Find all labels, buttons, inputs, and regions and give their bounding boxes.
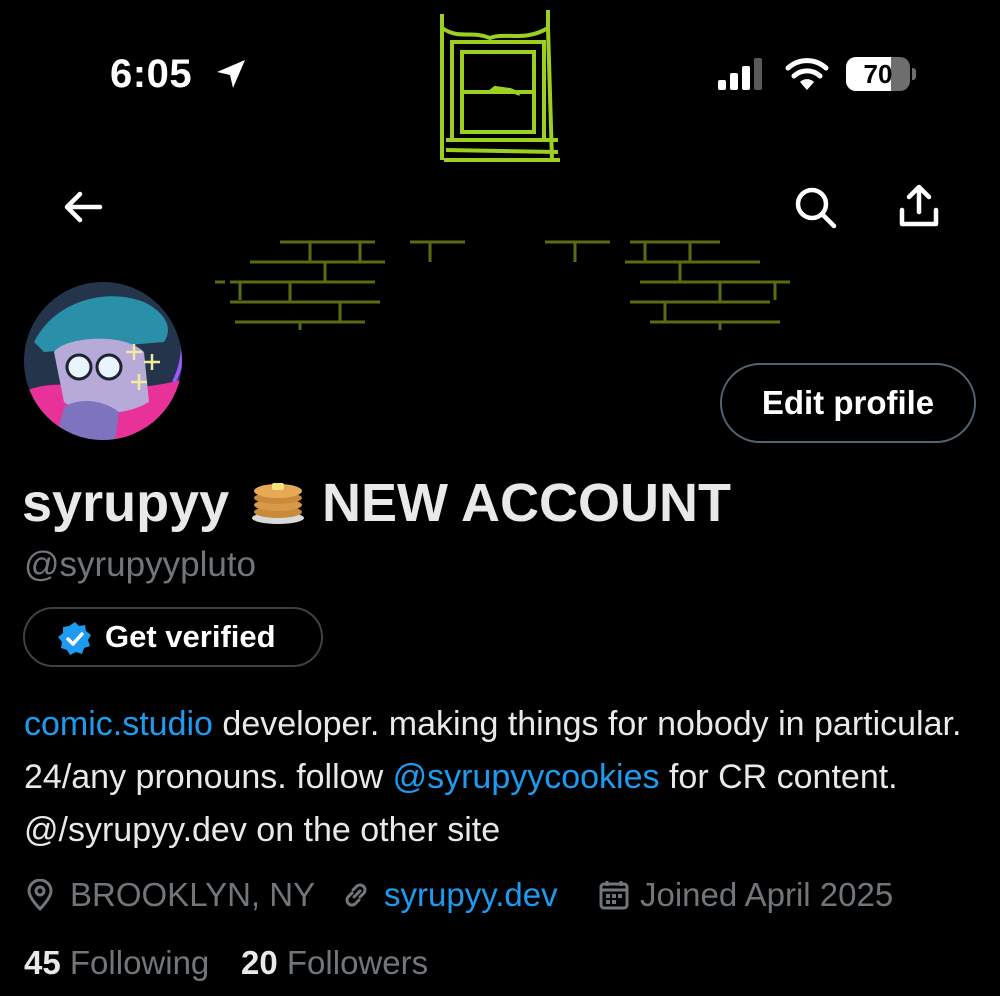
back-button[interactable] — [60, 184, 106, 230]
arrow-left-icon — [64, 191, 103, 223]
map-pin-icon — [27, 879, 53, 911]
bio-link-comic-studio[interactable]: comic.studio — [24, 705, 213, 743]
following-link[interactable]: 45 Following — [24, 944, 209, 982]
status-time: 6:05 — [110, 52, 193, 96]
following-count: 45 — [24, 944, 61, 981]
verified-badge-icon — [58, 622, 91, 655]
share-button[interactable] — [896, 182, 942, 230]
user-handle: @syrupyypluto — [24, 545, 257, 584]
battery-body: 70 — [846, 57, 910, 91]
wifi-icon — [785, 58, 829, 90]
followers-link[interactable]: 20 Followers — [241, 944, 428, 982]
display-name-suffix: NEW ACCOUNT — [322, 473, 731, 533]
followers-label: Followers — [286, 944, 429, 981]
following-label: Following — [69, 944, 210, 981]
location-arrow-icon — [217, 60, 245, 88]
profile-bio: comic.studio developer. making things fo… — [24, 698, 974, 857]
pancake-emoji-icon — [252, 483, 304, 524]
battery-nub — [912, 68, 916, 80]
avatar-image — [24, 282, 182, 440]
profile-joined-date: Joined April 2025 — [640, 876, 894, 913]
bio-mention[interactable]: @syrupyycookies — [393, 758, 660, 796]
avatar[interactable] — [20, 278, 186, 444]
display-name: syrupyy — [22, 473, 230, 533]
battery-indicator: 70 — [846, 57, 916, 91]
profile-location: BROOKLYN, NY — [70, 876, 316, 913]
link-icon — [345, 883, 367, 907]
search-icon — [795, 187, 837, 229]
battery-percent: 70 — [863, 59, 893, 89]
search-button[interactable] — [792, 184, 838, 230]
followers-count: 20 — [241, 944, 278, 981]
get-verified-button[interactable]: Get verified — [23, 607, 323, 667]
edit-profile-button[interactable]: Edit profile — [720, 363, 976, 443]
cellular-signal-icon — [718, 58, 762, 90]
profile-website-link[interactable]: syrupyy.dev — [384, 870, 558, 920]
calendar-icon — [599, 881, 629, 910]
get-verified-label: Get verified — [105, 619, 276, 654]
share-icon — [899, 184, 939, 227]
